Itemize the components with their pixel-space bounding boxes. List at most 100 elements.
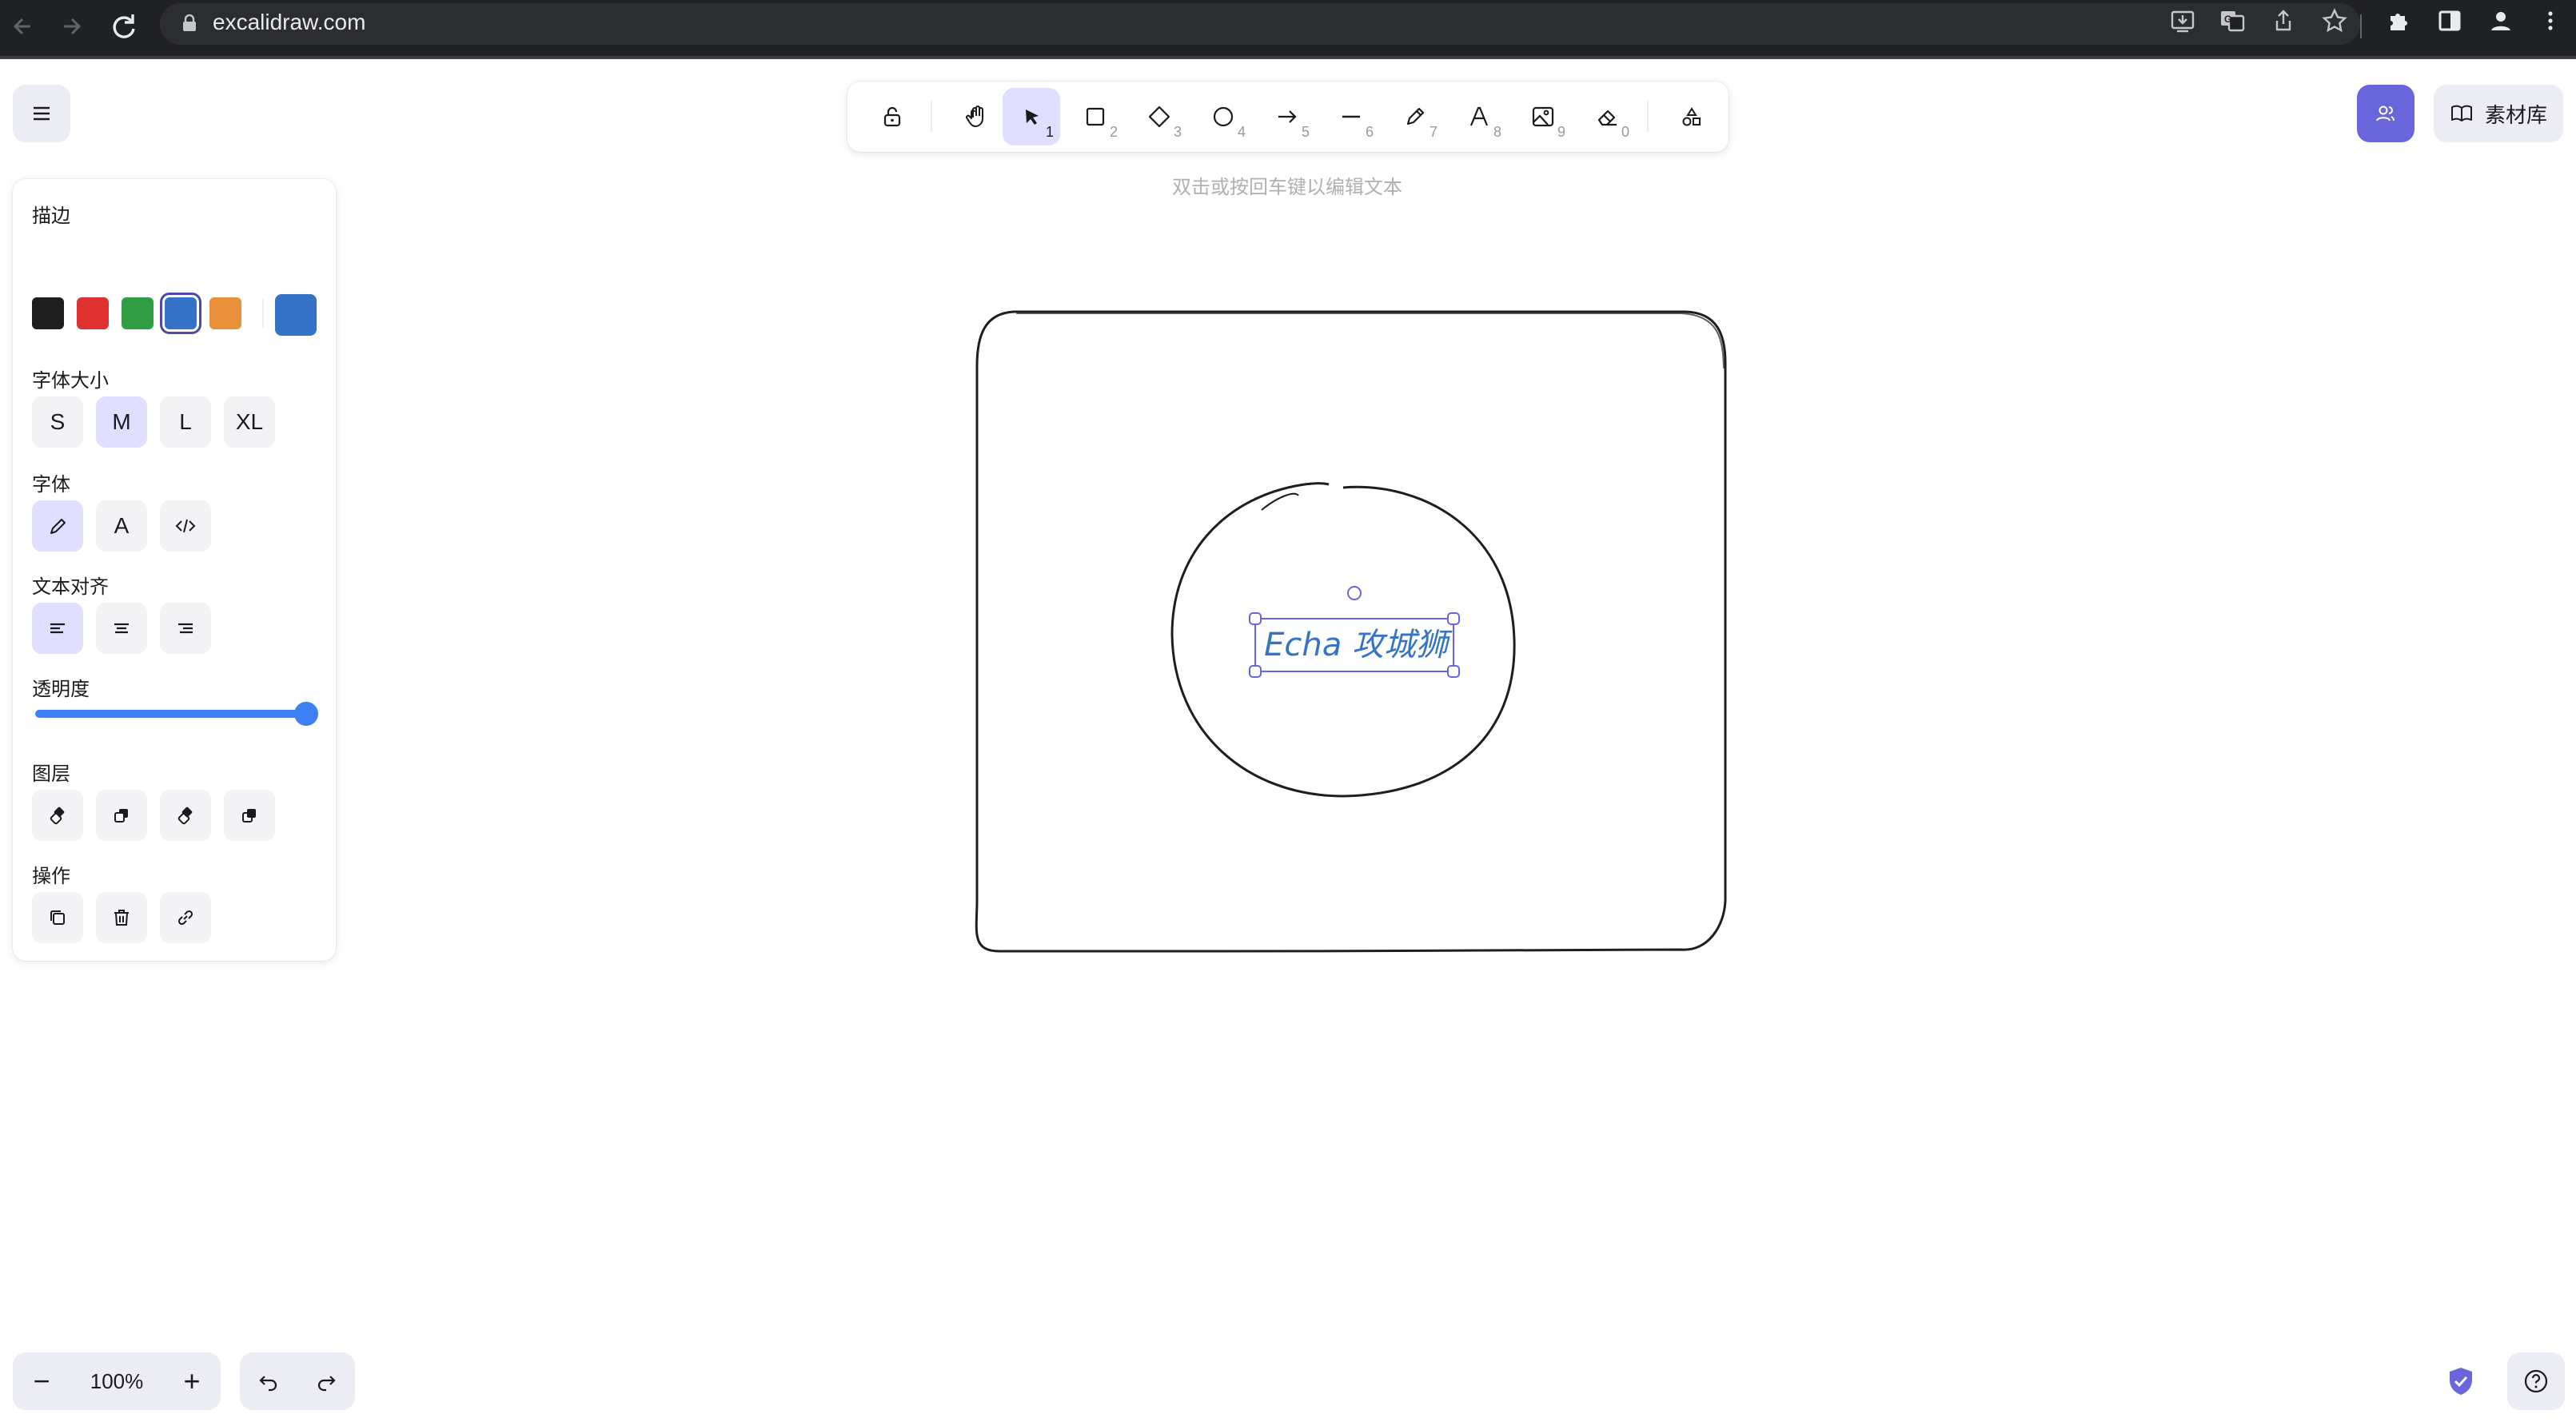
- align-left-icon: [50, 623, 65, 634]
- font-normal-button[interactable]: A: [96, 500, 147, 552]
- delete-button[interactable]: [96, 892, 147, 943]
- install-icon[interactable]: [2165, 8, 2200, 43]
- book-icon: [2450, 105, 2472, 121]
- font-size-l[interactable]: L: [160, 396, 211, 448]
- stroke-color-blue[interactable]: [160, 293, 201, 334]
- font-code-button[interactable]: [160, 500, 211, 552]
- edit-text-hint: 双击或按回车键以编辑文本: [1172, 177, 1402, 198]
- lock-icon: [182, 14, 197, 32]
- redo-icon: [317, 1376, 336, 1392]
- drawing-canvas[interactable]: [0, 59, 2576, 1426]
- help-button[interactable]: [2507, 1352, 2565, 1410]
- copy-icon: [50, 910, 65, 925]
- circle-icon: [1213, 106, 1234, 127]
- users-icon: [2376, 106, 2395, 121]
- back-icon[interactable]: [5, 8, 42, 45]
- duplicate-button[interactable]: [32, 892, 83, 943]
- font-size-m[interactable]: M: [96, 396, 147, 448]
- tool-image[interactable]: 9: [1514, 88, 1572, 145]
- reload-icon[interactable]: [106, 8, 142, 45]
- tool-lock[interactable]: [863, 88, 921, 145]
- forward-icon[interactable]: [53, 8, 90, 45]
- font-size-xl[interactable]: XL: [224, 396, 275, 448]
- diamond-icon: [1148, 106, 1170, 128]
- library-button[interactable]: 素材库: [2434, 85, 2563, 142]
- undo-icon: [259, 1376, 277, 1392]
- opacity-title: 透明度: [32, 679, 90, 700]
- star-icon[interactable]: [2317, 8, 2352, 43]
- chrome-divider: [2360, 14, 2362, 38]
- send-backward-button[interactable]: [96, 790, 147, 841]
- send-backward-icon: [114, 809, 128, 823]
- main-menu-button[interactable]: [13, 85, 70, 142]
- undo-button[interactable]: [240, 1352, 297, 1410]
- line-icon: [1342, 115, 1360, 118]
- library-label: 素材库: [2484, 102, 2547, 127]
- extensions-icon[interactable]: [2381, 8, 2416, 43]
- bring-to-front-icon: [242, 809, 256, 823]
- profile-icon[interactable]: [2483, 8, 2518, 43]
- pointer-icon: [1026, 110, 1039, 125]
- tool-selection[interactable]: 1: [1003, 88, 1060, 145]
- font-normal-glyph: A: [114, 513, 130, 538]
- stroke-color-orange[interactable]: [209, 297, 241, 329]
- tool-text[interactable]: 8: [1450, 88, 1508, 145]
- align-left-button[interactable]: [32, 603, 83, 654]
- encryption-shield-icon[interactable]: [2445, 1365, 2477, 1397]
- tool-extra-tools[interactable]: [1663, 88, 1721, 145]
- tool-arrow[interactable]: 5: [1258, 88, 1316, 145]
- opacity-slider-track[interactable]: [35, 710, 307, 718]
- send-to-back-icon: [50, 807, 65, 825]
- url-text[interactable]: excalidraw.com: [213, 10, 365, 35]
- bring-forward-button[interactable]: [160, 790, 211, 841]
- canvas-text-element[interactable]: Echa 攻城狮: [1258, 622, 1453, 668]
- font-hand-drawn-button[interactable]: [32, 500, 83, 552]
- share-icon[interactable]: [2266, 8, 2301, 43]
- text-icon: [1469, 106, 1489, 126]
- stroke-color-current[interactable]: [275, 294, 317, 336]
- actions-title: 操作: [32, 866, 70, 887]
- align-center-button[interactable]: [96, 603, 147, 654]
- hamburger-icon: [34, 106, 50, 121]
- pencil-icon: [50, 519, 66, 534]
- tool-hand[interactable]: [948, 88, 1006, 145]
- link-icon: [177, 910, 193, 926]
- stroke-color-black[interactable]: [32, 297, 64, 329]
- stroke-color-green[interactable]: [122, 297, 154, 329]
- opacity-slider-thumb[interactable]: [294, 702, 318, 726]
- arrow-right-icon: [1278, 110, 1297, 123]
- stroke-color-red[interactable]: [77, 297, 109, 329]
- sidebar-icon[interactable]: [2432, 8, 2467, 43]
- zoom-in-button[interactable]: +: [163, 1352, 221, 1410]
- tool-line[interactable]: 6: [1322, 88, 1380, 145]
- tool-rectangle[interactable]: 2: [1067, 88, 1124, 145]
- tool-ellipse[interactable]: 4: [1194, 88, 1252, 145]
- tool-eraser[interactable]: 0: [1578, 88, 1636, 145]
- tool-draw[interactable]: 7: [1386, 88, 1444, 145]
- tool-diamond[interactable]: 3: [1130, 88, 1188, 145]
- zoom-controls: − 100% +: [13, 1352, 221, 1410]
- lock-open-icon: [883, 106, 901, 127]
- collaborate-button[interactable]: [2357, 85, 2415, 142]
- image-icon: [1532, 106, 1554, 127]
- link-button[interactable]: [160, 892, 211, 943]
- browser-chrome: excalidraw.com G: [0, 0, 2576, 59]
- properties-panel: 描边 字体大小 S M L XL 字体 A 文本对齐 透明度 图层 操作: [13, 179, 336, 961]
- address-bar[interactable]: [160, 3, 2360, 45]
- font-size-s[interactable]: S: [32, 396, 83, 448]
- translate-icon[interactable]: G: [2215, 8, 2250, 43]
- menu-dots-icon[interactable]: [2533, 8, 2568, 43]
- redo-button[interactable]: [297, 1352, 355, 1410]
- zoom-out-button[interactable]: −: [13, 1352, 70, 1410]
- bring-to-front-button[interactable]: [224, 790, 275, 841]
- trash-icon: [114, 910, 129, 926]
- excalidraw-app: Echa 攻城狮 1 2 3 4 5 6 7 8 9 0 双击或按回车键以编辑文…: [0, 59, 2576, 1426]
- zoom-level[interactable]: 100%: [70, 1352, 163, 1410]
- align-right-icon: [178, 623, 193, 634]
- font-family-title: 字体: [32, 474, 70, 496]
- stroke-title: 描边: [32, 205, 70, 227]
- code-icon: [175, 519, 196, 533]
- send-to-back-button[interactable]: [32, 790, 83, 841]
- align-right-button[interactable]: [160, 603, 211, 654]
- svg-text:G: G: [2224, 14, 2231, 25]
